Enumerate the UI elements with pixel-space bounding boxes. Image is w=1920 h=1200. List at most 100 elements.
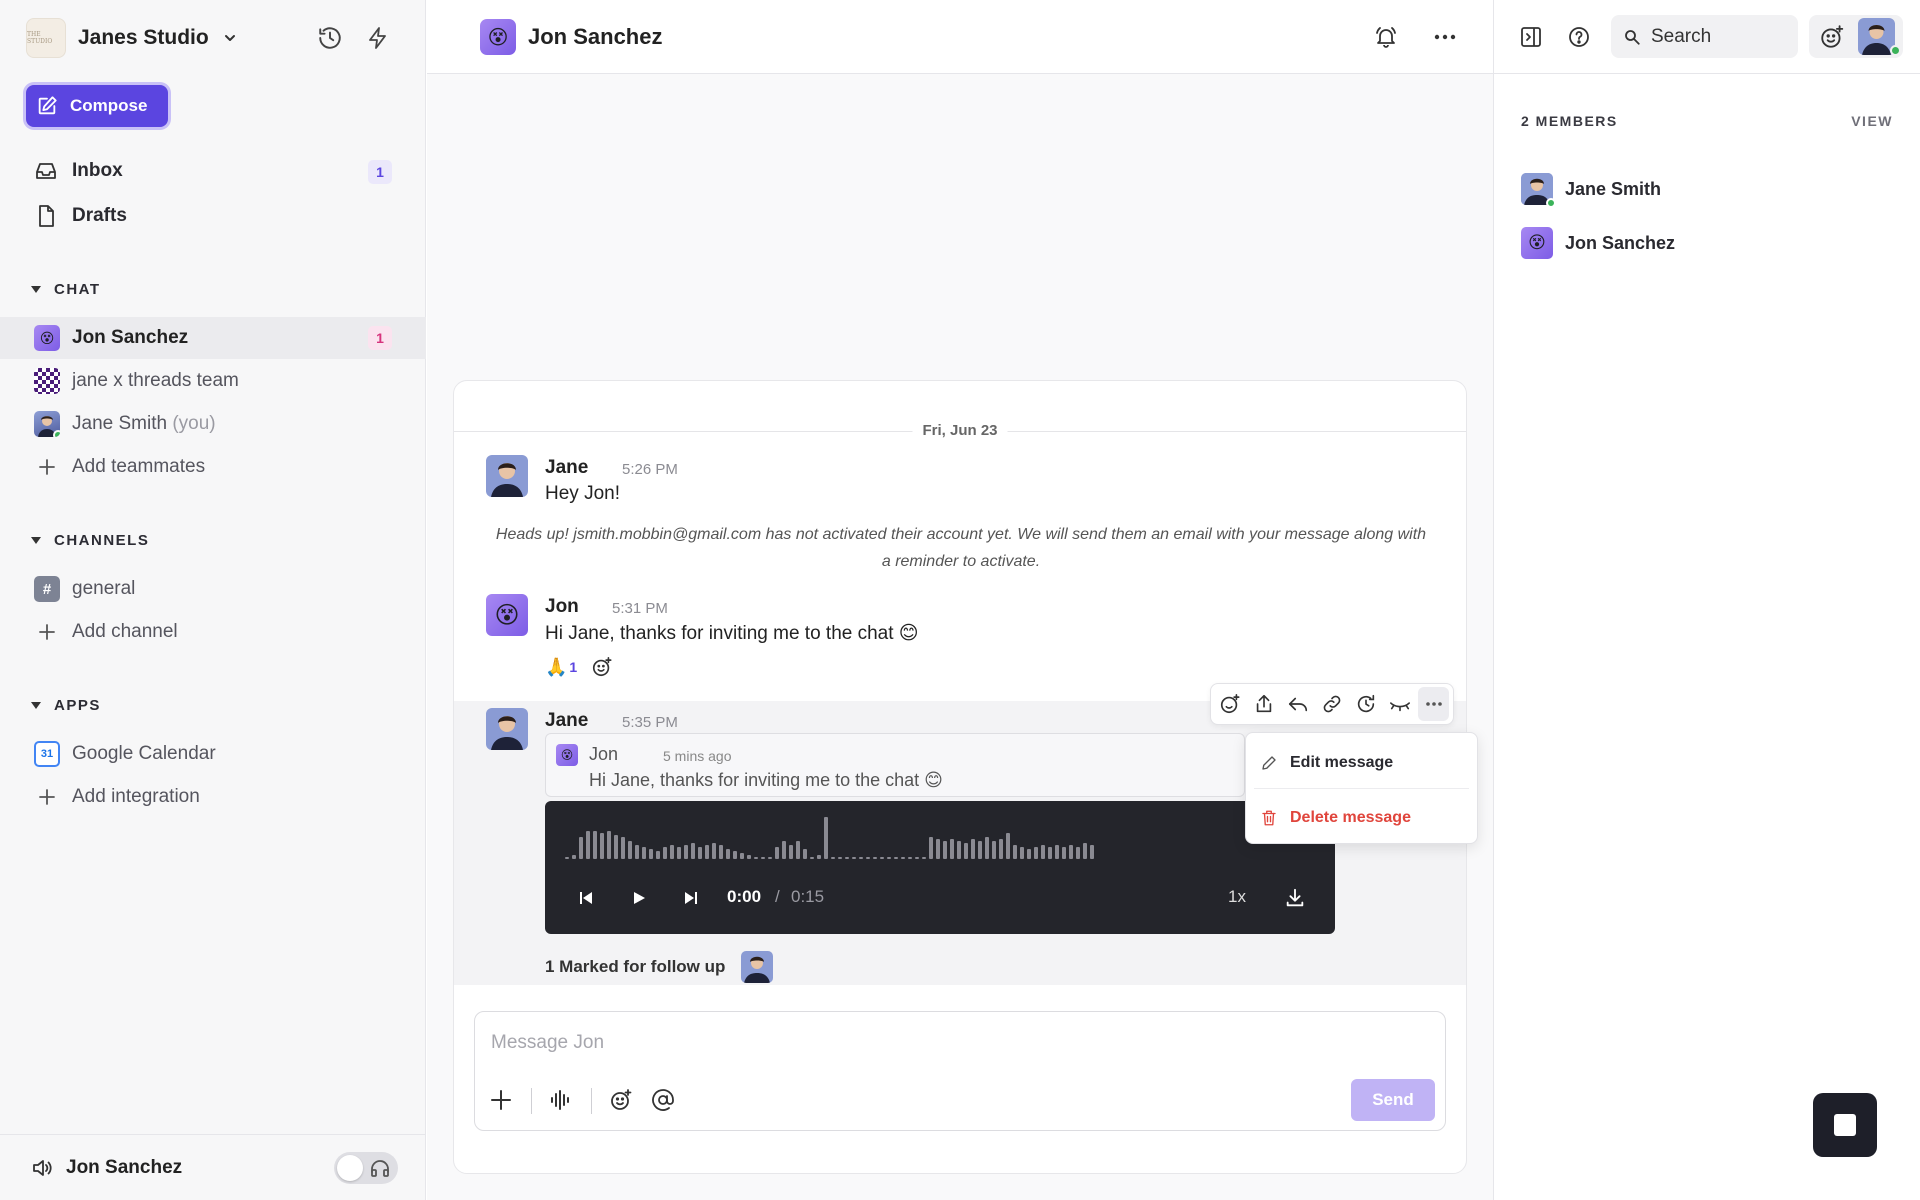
- add-teammates-label: Add teammates: [72, 456, 206, 477]
- skip-back-icon[interactable]: [571, 883, 601, 913]
- waveform-bar: [1076, 847, 1080, 859]
- history-icon[interactable]: [314, 22, 346, 54]
- mention-icon[interactable]: [645, 1082, 681, 1118]
- details-header: Search: [1494, 0, 1920, 74]
- send-button[interactable]: Send: [1351, 1079, 1435, 1121]
- follow-up-indicator[interactable]: 1 Marked for follow up: [545, 951, 774, 983]
- status-emoji-icon[interactable]: [1819, 24, 1845, 50]
- reply-icon[interactable]: [1283, 687, 1314, 721]
- waveform-bar: [971, 839, 975, 859]
- caret-down-icon: [30, 285, 42, 295]
- chat-section-toggle[interactable]: CHAT: [30, 281, 101, 298]
- waveform-bar: [915, 857, 919, 859]
- waveform-bar: [936, 839, 940, 859]
- caret-down-icon: [30, 536, 42, 546]
- message-input[interactable]: [491, 1028, 1391, 1058]
- nav-inbox[interactable]: Inbox 1: [0, 150, 426, 192]
- workspace-switcher[interactable]: THE STUDIO Janes Studio: [26, 18, 237, 58]
- speaker-icon[interactable]: [30, 1156, 54, 1180]
- stop-recording-button[interactable]: [1813, 1093, 1877, 1157]
- mark-unread-icon[interactable]: [1384, 687, 1415, 721]
- help-icon[interactable]: [1562, 20, 1596, 54]
- waveform-bar: [957, 841, 961, 859]
- waveform-bar: [677, 847, 681, 859]
- add-reaction-icon[interactable]: [1215, 687, 1246, 721]
- plus-icon: [34, 784, 60, 810]
- team-avatar: [34, 368, 60, 394]
- member-jane-smith[interactable]: Jane Smith: [1521, 173, 1661, 208]
- waveform-bar: [845, 857, 849, 859]
- add-channel-button[interactable]: Add channel: [0, 611, 426, 653]
- waveform-bar: [691, 843, 695, 859]
- compose-button[interactable]: Compose: [26, 85, 168, 127]
- more-horizontal-icon[interactable]: [1418, 687, 1450, 721]
- message-actions-toolbar: [1210, 683, 1454, 725]
- waveform-bar: [964, 843, 968, 859]
- message-time: 5:35 PM: [622, 714, 678, 731]
- download-icon[interactable]: [1280, 883, 1310, 913]
- sidebar-item-jane-smith[interactable]: Jane Smith (you): [0, 403, 426, 445]
- more-horizontal-icon[interactable]: [1428, 20, 1462, 54]
- sidebar-item-jon-sanchez[interactable]: 😵 Jon Sanchez 1: [0, 317, 426, 359]
- user-menu[interactable]: [1809, 15, 1903, 58]
- playback-speed-button[interactable]: 1x: [1228, 887, 1246, 907]
- waveform-bar: [908, 857, 912, 859]
- channels-section-toggle[interactable]: CHANNELS: [30, 532, 149, 549]
- delete-message-item[interactable]: Delete message: [1246, 794, 1477, 842]
- channels-section-title: CHANNELS: [54, 532, 150, 549]
- online-status-dot: [1546, 198, 1556, 208]
- waveform-bar: [607, 831, 611, 859]
- waveform-bar: [1062, 847, 1066, 859]
- sidebar-item-label: Google Calendar: [72, 743, 216, 764]
- add-teammates-button[interactable]: Add teammates: [0, 446, 426, 488]
- waveform-bar: [586, 831, 590, 859]
- reaction-pill[interactable]: 🙏 1: [545, 657, 577, 678]
- quoted-message[interactable]: 😵 Jon 5 mins ago Hi Jane, thanks for inv…: [545, 733, 1245, 797]
- quoted-text: Hi Jane, thanks for inviting me to the c…: [589, 770, 943, 790]
- voice-waveform-icon[interactable]: [543, 1082, 579, 1118]
- member-jon-sanchez[interactable]: 😵 Jon Sanchez: [1521, 227, 1675, 259]
- waveform-bar: [1034, 847, 1038, 859]
- waveform-bar: [859, 857, 863, 859]
- waveform-bar: [572, 855, 576, 859]
- lightning-icon[interactable]: [362, 22, 394, 54]
- huddle-toggle[interactable]: [334, 1152, 398, 1184]
- search-button[interactable]: Search: [1611, 15, 1798, 58]
- waveform-bar: [880, 857, 884, 859]
- jon-avatar: 😵: [34, 325, 60, 351]
- apps-section-toggle[interactable]: APPS: [30, 697, 101, 714]
- jane-avatar: [34, 411, 60, 437]
- waveform-bar: [761, 857, 765, 859]
- sidebar-item-google-calendar[interactable]: 31 Google Calendar: [0, 733, 426, 775]
- view-members-link[interactable]: VIEW: [1851, 113, 1893, 129]
- edit-message-label: Edit message: [1290, 754, 1394, 771]
- waveform-bar: [866, 857, 870, 859]
- online-status-dot: [1890, 45, 1901, 56]
- waveform-bar: [635, 845, 639, 859]
- sidebar-toggle-icon[interactable]: [1514, 20, 1548, 54]
- add-reaction-icon[interactable]: [591, 656, 613, 678]
- share-icon[interactable]: [1249, 687, 1280, 721]
- sidebar-item-jane-x-threads-team[interactable]: jane x threads team: [0, 360, 426, 402]
- waveform-bar: [670, 845, 674, 859]
- remind-icon[interactable]: [1350, 687, 1381, 721]
- message-author: Jane: [545, 710, 589, 731]
- add-integration-button[interactable]: Add integration: [0, 776, 426, 818]
- waveform-bar: [628, 841, 632, 859]
- waveform-bar: [803, 849, 807, 859]
- skip-forward-icon[interactable]: [676, 883, 706, 913]
- waveform-bar: [929, 837, 933, 859]
- audio-waveform[interactable]: [565, 815, 1315, 859]
- sidebar-item-general[interactable]: # general: [0, 568, 426, 610]
- nav-drafts[interactable]: Drafts: [0, 195, 426, 237]
- bell-icon[interactable]: [1369, 20, 1403, 54]
- link-icon[interactable]: [1317, 687, 1348, 721]
- play-icon[interactable]: [624, 883, 654, 913]
- unread-badge: 1: [368, 326, 392, 350]
- waveform-bar: [817, 855, 821, 859]
- plus-icon[interactable]: [483, 1082, 519, 1118]
- message-time: 5:31 PM: [612, 600, 668, 617]
- follow-up-label: 1 Marked for follow up: [545, 957, 726, 976]
- emoji-icon[interactable]: [603, 1082, 639, 1118]
- edit-message-item[interactable]: Edit message: [1246, 739, 1477, 787]
